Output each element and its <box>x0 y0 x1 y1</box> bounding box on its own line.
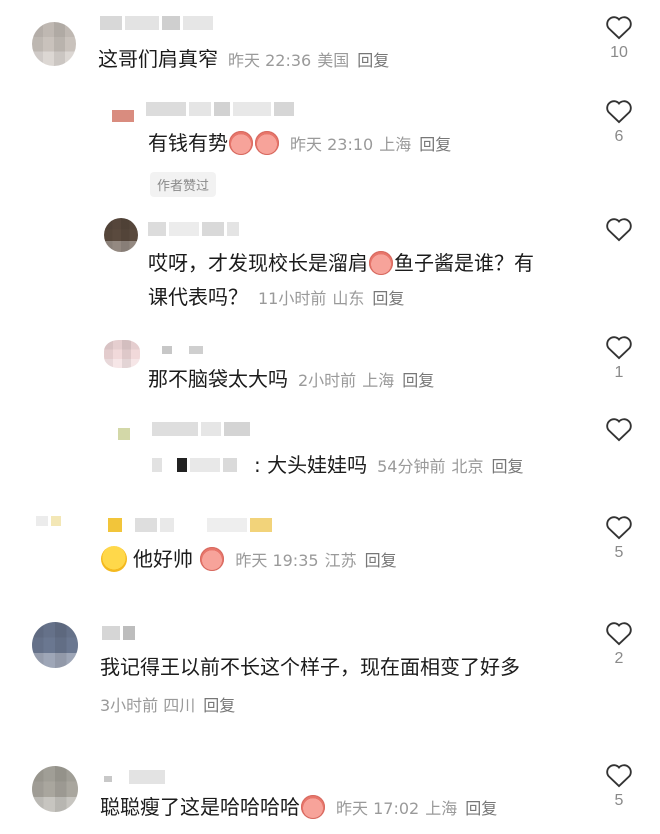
comment-body-line1: 哎呀，才发现校长是溜肩 鱼子酱是谁？有 <box>148 246 534 280</box>
like-button[interactable]: 10 <box>604 14 634 64</box>
comment-text: 我记得王以前不长这个样子，现在面相变了好多 <box>100 655 520 679</box>
comment-text: 他好帅 <box>133 547 193 571</box>
username-blurred[interactable] <box>104 770 168 786</box>
comment-location: 江苏 <box>324 551 357 570</box>
reply-button[interactable]: 回复 <box>402 371 434 390</box>
comment-body: 这哥们肩真窄 昨天 22:36 美国 回复 <box>98 42 389 78</box>
comment-location: 上海 <box>425 799 458 818</box>
comment-meta: 3小时前 四川 回复 <box>100 692 235 716</box>
comment-6: 他好帅 昨天 19:35 江苏 回复 5 <box>0 496 660 600</box>
comment-text: 课代表吗？ <box>148 285 248 309</box>
heart-icon <box>606 516 632 540</box>
comment-time: 3小时前 <box>100 696 159 715</box>
pig-face-emoji <box>229 130 253 155</box>
comment-2: 有钱有势 昨天 23:10 上海 回复 作者赞过 6 <box>0 92 660 202</box>
mention-blurred[interactable] <box>152 458 240 474</box>
comment-location: 山东 <box>332 289 365 308</box>
comment-time: 2小时前 <box>298 371 357 390</box>
heart-icon <box>606 764 632 788</box>
comment-text-cont: 鱼子酱是谁？有 <box>394 251 534 275</box>
comment-3: 哎呀，才发现校长是溜肩 鱼子酱是谁？有 课代表吗？ 11小时前 山东 回复 <box>0 202 660 330</box>
pig-face-emoji <box>301 794 325 819</box>
comment-body: 他好帅 昨天 19:35 江苏 回复 <box>100 542 397 578</box>
comment-body: 那不脑袋太大吗 2小时前 上海 回复 <box>148 362 434 398</box>
comment-location: 四川 <box>163 696 196 715</box>
like-count: 5 <box>614 544 624 561</box>
heart-icon <box>606 336 632 360</box>
pig-face-emoji <box>255 130 279 155</box>
like-count: 5 <box>614 792 624 809</box>
comment-time: 昨天 19:35 <box>235 551 319 570</box>
comment-4: 那不脑袋太大吗 2小时前 上海 回复 1 <box>0 330 660 410</box>
comment-1: 这哥们肩真窄 昨天 22:36 美国 回复 10 <box>0 0 660 92</box>
comment-time: 昨天 23:10 <box>290 135 374 154</box>
comment-time: 11小时前 <box>258 289 327 308</box>
like-count: 6 <box>614 128 624 145</box>
avatar[interactable] <box>104 340 140 368</box>
comment-location: 北京 <box>451 457 484 476</box>
comment-7: 我记得王以前不长这个样子，现在面相变了好多 3小时前 四川 回复 2 <box>0 600 660 744</box>
username-blurred[interactable] <box>102 626 138 642</box>
username-blurred[interactable] <box>152 422 253 438</box>
like-count: 1 <box>614 364 624 381</box>
avatar[interactable] <box>104 218 138 252</box>
comment-text: 聪聪瘦了这是哈哈哈哈 <box>100 795 300 819</box>
avatar[interactable] <box>32 766 78 812</box>
reply-button[interactable]: 回复 <box>492 457 524 476</box>
comment-text: 这哥们肩真窄 <box>98 47 218 71</box>
username-blurred[interactable] <box>108 518 275 534</box>
like-button[interactable]: 5 <box>604 514 634 564</box>
tears-of-joy-emoji <box>101 545 127 572</box>
comment-text: 哎呀，才发现校长是溜肩 <box>148 251 368 275</box>
pig-face-emoji <box>200 546 225 571</box>
comment-time: 昨天 22:36 <box>228 51 312 70</box>
like-button[interactable]: 1 <box>604 334 634 384</box>
avatar-blurred[interactable] <box>112 110 137 126</box>
heart-icon <box>606 16 632 40</box>
comment-text: 那不脑袋太大吗 <box>148 367 288 391</box>
comment-body-line2: 课代表吗？ 11小时前 山东 回复 <box>148 280 404 316</box>
comment-text: : 大头娃娃吗 <box>254 453 368 477</box>
comment-location: 上海 <box>362 371 395 390</box>
like-button[interactable]: 2 <box>604 620 634 670</box>
heart-icon <box>606 100 632 124</box>
reply-button[interactable]: 回复 <box>203 696 235 715</box>
comment-time: 昨天 17:02 <box>336 799 420 818</box>
like-count: 2 <box>614 650 624 667</box>
avatar-blurred[interactable] <box>36 516 64 532</box>
like-button[interactable]: 6 <box>604 98 634 148</box>
reply-button[interactable]: 回复 <box>372 289 404 308</box>
reply-button[interactable]: 回复 <box>365 551 397 570</box>
heart-icon <box>606 418 632 442</box>
avatar[interactable] <box>32 622 78 668</box>
avatar[interactable] <box>32 22 76 66</box>
comment-time: 54分钟前 <box>377 457 446 476</box>
like-count: 10 <box>610 44 628 61</box>
username-blurred[interactable] <box>148 222 242 238</box>
username-blurred[interactable] <box>146 102 297 118</box>
comment-location: 美国 <box>317 51 350 70</box>
comment-body: 聪聪瘦了这是哈哈哈哈 昨天 17:02 上海 回复 <box>100 790 497 826</box>
pig-face-emoji <box>369 250 393 275</box>
reply-button[interactable]: 回复 <box>465 799 497 818</box>
username-blurred[interactable] <box>162 346 206 362</box>
avatar-blurred[interactable] <box>118 428 133 444</box>
comment-5: : 大头娃娃吗 54分钟前 北京 回复 <box>0 410 660 496</box>
heart-icon <box>606 622 632 646</box>
like-button[interactable] <box>604 216 634 242</box>
like-button[interactable] <box>604 416 634 442</box>
reply-button[interactable]: 回复 <box>357 51 389 70</box>
comment-8: 聪聪瘦了这是哈哈哈哈 昨天 17:02 上海 回复 5 <box>0 744 660 834</box>
author-liked-badge: 作者赞过 <box>150 172 217 197</box>
reply-button[interactable]: 回复 <box>419 135 451 154</box>
comment-body: : 大头娃娃吗 54分钟前 北京 回复 <box>254 448 524 484</box>
comment-body: 有钱有势 昨天 23:10 上海 回复 <box>148 126 451 162</box>
comment-body: 我记得王以前不长这个样子，现在面相变了好多 <box>100 650 520 684</box>
heart-icon <box>606 218 632 242</box>
like-button[interactable]: 5 <box>604 762 634 812</box>
comment-location: 上海 <box>379 135 412 154</box>
username-blurred[interactable] <box>100 16 216 32</box>
comment-text: 有钱有势 <box>148 131 228 155</box>
